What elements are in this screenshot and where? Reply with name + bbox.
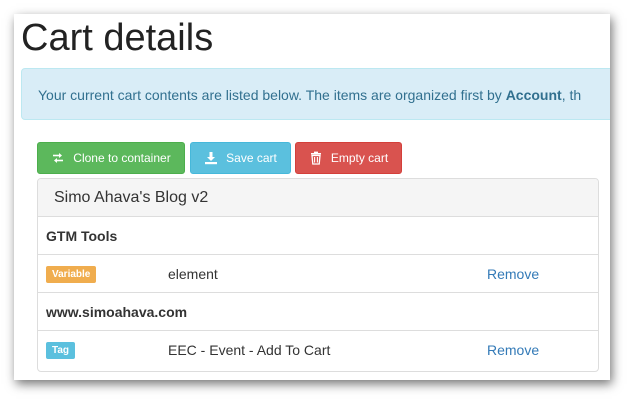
alert-text-end: , th	[561, 87, 582, 103]
trash-icon	[310, 151, 321, 165]
item-name: EEC - Event - Add To Cart	[168, 342, 331, 358]
info-alert: Your current cart contents are listed be…	[21, 68, 610, 120]
save-cart-label: Save cart	[226, 151, 277, 165]
container-row: GTM Tools	[38, 217, 598, 255]
cart-panel: Simo Ahava's Blog v2 GTM Tools Variable …	[37, 178, 599, 372]
transfer-icon	[53, 153, 64, 163]
empty-cart-button[interactable]: Empty cart	[295, 142, 402, 174]
item-type-badge: Tag	[46, 342, 76, 359]
alert-text-bold: Account	[505, 87, 562, 103]
cart-item-row: Tag EEC - Event - Add To Cart Remove	[38, 331, 598, 369]
clone-to-container-label: Clone to container	[73, 151, 171, 165]
item-type-badge: Variable	[46, 266, 97, 283]
account-heading: Simo Ahava's Blog v2	[38, 179, 598, 217]
cart-item-row: Variable element Remove	[38, 255, 598, 293]
page-title: Cart details	[21, 17, 214, 59]
remove-item-link[interactable]: Remove	[487, 255, 539, 293]
remove-item-link[interactable]: Remove	[487, 331, 539, 369]
empty-cart-label: Empty cart	[330, 151, 389, 165]
alert-text-start: Your current cart contents are listed be…	[38, 87, 506, 103]
save-cart-button[interactable]: Save cart	[190, 142, 291, 174]
download-icon	[205, 152, 218, 165]
cart-details-view: Cart details Your current cart contents …	[14, 14, 610, 380]
container-row: www.simoahava.com	[38, 293, 598, 331]
item-name: element	[168, 266, 218, 282]
clone-to-container-button[interactable]: Clone to container	[37, 142, 185, 174]
